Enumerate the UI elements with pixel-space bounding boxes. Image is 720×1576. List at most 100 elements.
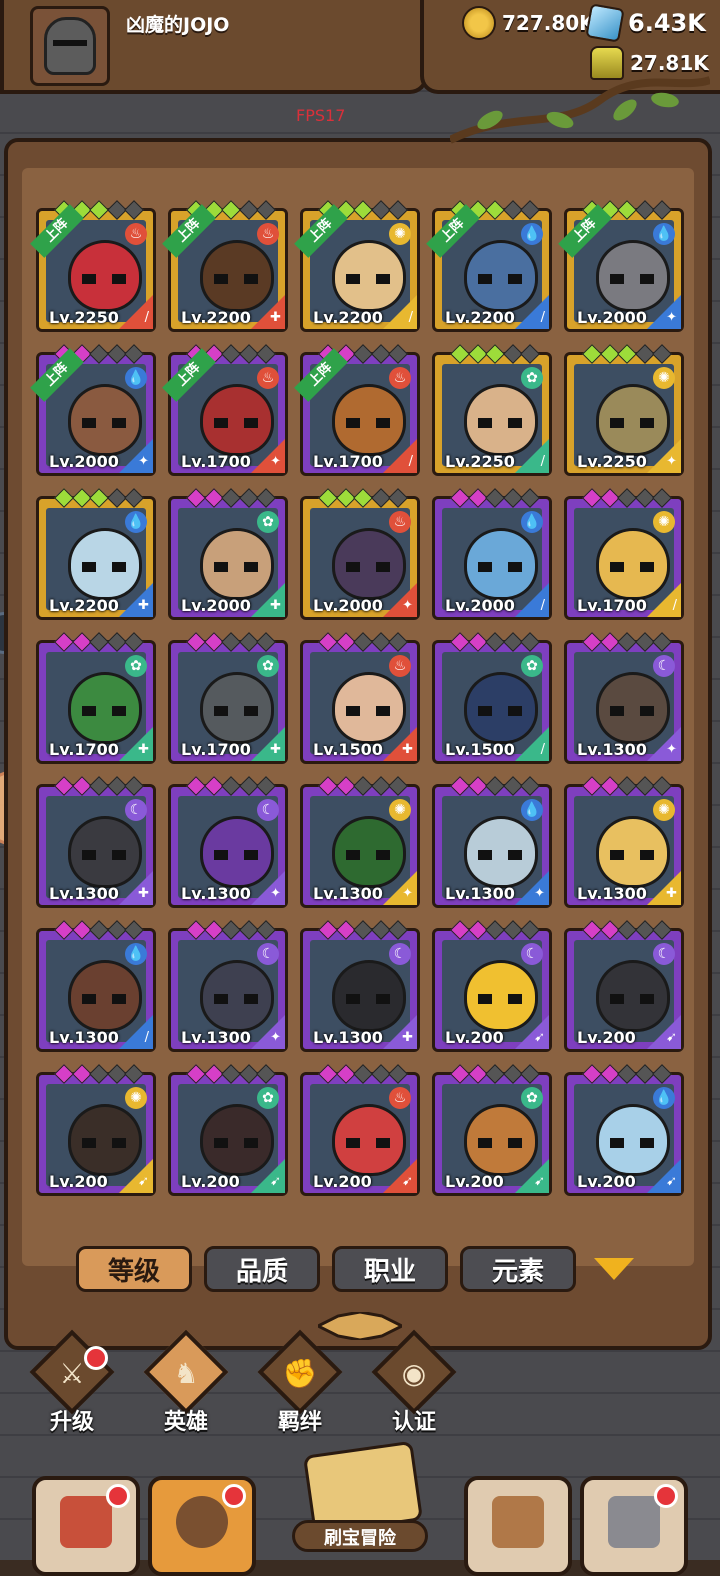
hero-card[interactable]: 💧 / Lv.1300 <box>36 920 156 1052</box>
hero-card[interactable]: ♨ ✚ Lv.1500 <box>300 632 420 764</box>
hero-card[interactable]: ☾ ✚ Lv.1300 <box>36 776 156 908</box>
fist-icon: ✊ <box>282 1357 318 1390</box>
hero-eyes <box>610 994 654 1004</box>
shield-class-icon: ✚ <box>270 598 281 613</box>
star-icon <box>485 344 505 364</box>
star-icon <box>582 632 602 652</box>
subnav-hero[interactable]: ♞ 英雄 <box>136 1329 236 1438</box>
hero-card[interactable]: ✿ ✚ Lv.2000 <box>168 488 288 620</box>
star-rank <box>54 1064 144 1084</box>
fire-element-icon: ♨ <box>257 367 279 389</box>
backpack-icon <box>492 1496 544 1548</box>
hero-card[interactable]: ♨ ✦ Lv.2000 <box>300 488 420 620</box>
hero-card[interactable]: ☾ ✚ Lv.1300 <box>300 920 420 1052</box>
hero-eyes <box>346 418 390 428</box>
hero-card[interactable]: 💧 ➹ Lv.200 <box>564 1064 684 1196</box>
hero-card[interactable]: ☾ ➹ Lv.200 <box>432 920 552 1052</box>
potion-counter[interactable]: 27.81K <box>590 46 709 80</box>
hero-eyes <box>610 562 654 572</box>
hero-card[interactable]: ♨ ➹ Lv.200 <box>300 1064 420 1196</box>
wind-element-icon: ✿ <box>257 511 279 533</box>
bow-class-icon: ➹ <box>534 1030 545 1045</box>
adventure-tab[interactable]: 刷宝冒险 <box>262 1440 458 1560</box>
star-icon <box>520 776 540 796</box>
fire-element-icon: ♨ <box>389 511 411 533</box>
forge-tab[interactable] <box>580 1476 688 1576</box>
star-icon <box>54 1064 74 1084</box>
hero-card[interactable]: 💧 / Lv.2000 <box>432 488 552 620</box>
water-element-icon: 💧 <box>125 943 147 965</box>
shield-class-icon: ✚ <box>270 310 281 325</box>
bow-class-icon: ➹ <box>534 1174 545 1189</box>
filter-dropdown-arrow-icon[interactable] <box>594 1258 634 1280</box>
star-icon <box>353 920 373 940</box>
hero-card[interactable]: ✺ / Lv.2200 上阵 <box>294 200 420 332</box>
hero-card[interactable]: 💧 ✚ Lv.2200 <box>36 488 156 620</box>
light-element-icon: ✺ <box>653 799 675 821</box>
subnav-bond[interactable]: ✊ 羁绊 <box>250 1329 350 1438</box>
hero-card[interactable]: ✿ ✚ Lv.1700 <box>36 632 156 764</box>
hero-level: Lv.2000 <box>445 596 515 615</box>
gold-counter[interactable]: 727.80K <box>462 6 595 40</box>
hero-card[interactable]: ✺ ✦ Lv.2250 <box>564 344 684 476</box>
inventory-tab[interactable] <box>464 1476 572 1576</box>
hero-portrait-icon <box>176 1496 228 1548</box>
subnav-upgrade-label: 升级 <box>49 1410 94 1435</box>
hero-level: Lv.1300 <box>181 884 251 903</box>
gem-counter[interactable]: 6.43K <box>585 3 706 43</box>
star-icon <box>89 200 109 220</box>
star-icon <box>353 200 373 220</box>
hero-eyes <box>82 850 126 860</box>
player-avatar[interactable] <box>30 6 110 86</box>
hero-card[interactable]: ✺ ✦ Lv.1300 <box>300 776 420 908</box>
hero-card[interactable]: ♨ ✦ Lv.1700 上阵 <box>162 344 288 476</box>
hero-card[interactable]: ☾ ✦ Lv.1300 <box>168 920 288 1052</box>
eye-icon: ◉ <box>401 1357 427 1390</box>
hero-card[interactable]: ☾ ➹ Lv.200 <box>564 920 684 1052</box>
hero-card[interactable]: ✺ ✚ Lv.1300 <box>564 776 684 908</box>
hero-card[interactable]: ♨ ✚ Lv.2200 上阵 <box>162 200 288 332</box>
staff-class-icon: ✦ <box>402 886 413 901</box>
hero-level: Lv.2000 <box>577 308 647 327</box>
hero-card[interactable]: 💧 ✦ Lv.1300 <box>432 776 552 908</box>
star-icon <box>520 488 540 508</box>
hero-card[interactable]: ☾ ✦ Lv.1300 <box>564 632 684 764</box>
star-rank <box>318 776 408 796</box>
heroes-tab[interactable] <box>148 1476 256 1576</box>
hero-level: Lv.1500 <box>313 740 383 759</box>
light-element-icon: ✺ <box>653 367 675 389</box>
water-element-icon: 💧 <box>521 223 543 245</box>
hero-card[interactable]: 💧 ✦ Lv.2000 上阵 <box>30 344 156 476</box>
hero-card[interactable]: ✿ ✚ Lv.1700 <box>168 632 288 764</box>
hero-card[interactable]: ✺ ➹ Lv.200 <box>36 1064 156 1196</box>
filter-element-button[interactable]: 元素 <box>460 1246 576 1292</box>
hero-level: Lv.2250 <box>49 308 119 327</box>
filter-quality-button[interactable]: 品质 <box>204 1246 320 1292</box>
subnav-certify[interactable]: ◉ 认证 <box>364 1329 464 1438</box>
shield-class-icon: ✚ <box>138 742 149 757</box>
diamond-icon <box>585 3 625 43</box>
hero-card[interactable]: 💧 / Lv.2200 上阵 <box>426 200 552 332</box>
hero-card[interactable]: ✺ / Lv.1700 <box>564 488 684 620</box>
hero-level: Lv.2200 <box>445 308 515 327</box>
star-icon <box>186 1064 206 1084</box>
hero-card[interactable]: ♨ / Lv.1700 上阵 <box>294 344 420 476</box>
hero-card[interactable]: ☾ ✦ Lv.1300 <box>168 776 288 908</box>
hero-card[interactable]: ✿ / Lv.1500 <box>432 632 552 764</box>
staff-class-icon: ✦ <box>138 454 149 469</box>
shop-tab[interactable] <box>32 1476 140 1576</box>
subnav-upgrade[interactable]: ⚔ 升级 <box>22 1329 122 1438</box>
hero-card[interactable]: ✿ ➹ Lv.200 <box>168 1064 288 1196</box>
star-icon <box>221 1064 241 1084</box>
filter-class-button[interactable]: 职业 <box>332 1246 448 1292</box>
hero-card[interactable]: ♨ / Lv.2250 上阵 <box>30 200 156 332</box>
wind-element-icon: ✿ <box>521 655 543 677</box>
star-icon <box>221 776 241 796</box>
filter-level-button[interactable]: 等级 <box>76 1246 192 1292</box>
notification-dot <box>222 1484 246 1508</box>
hero-level: Lv.1300 <box>445 884 515 903</box>
hero-card[interactable]: ✿ ➹ Lv.200 <box>432 1064 552 1196</box>
star-icon <box>485 488 505 508</box>
hero-card[interactable]: ✿ / Lv.2250 <box>432 344 552 476</box>
hero-card[interactable]: 💧 ✦ Lv.2000 上阵 <box>558 200 684 332</box>
